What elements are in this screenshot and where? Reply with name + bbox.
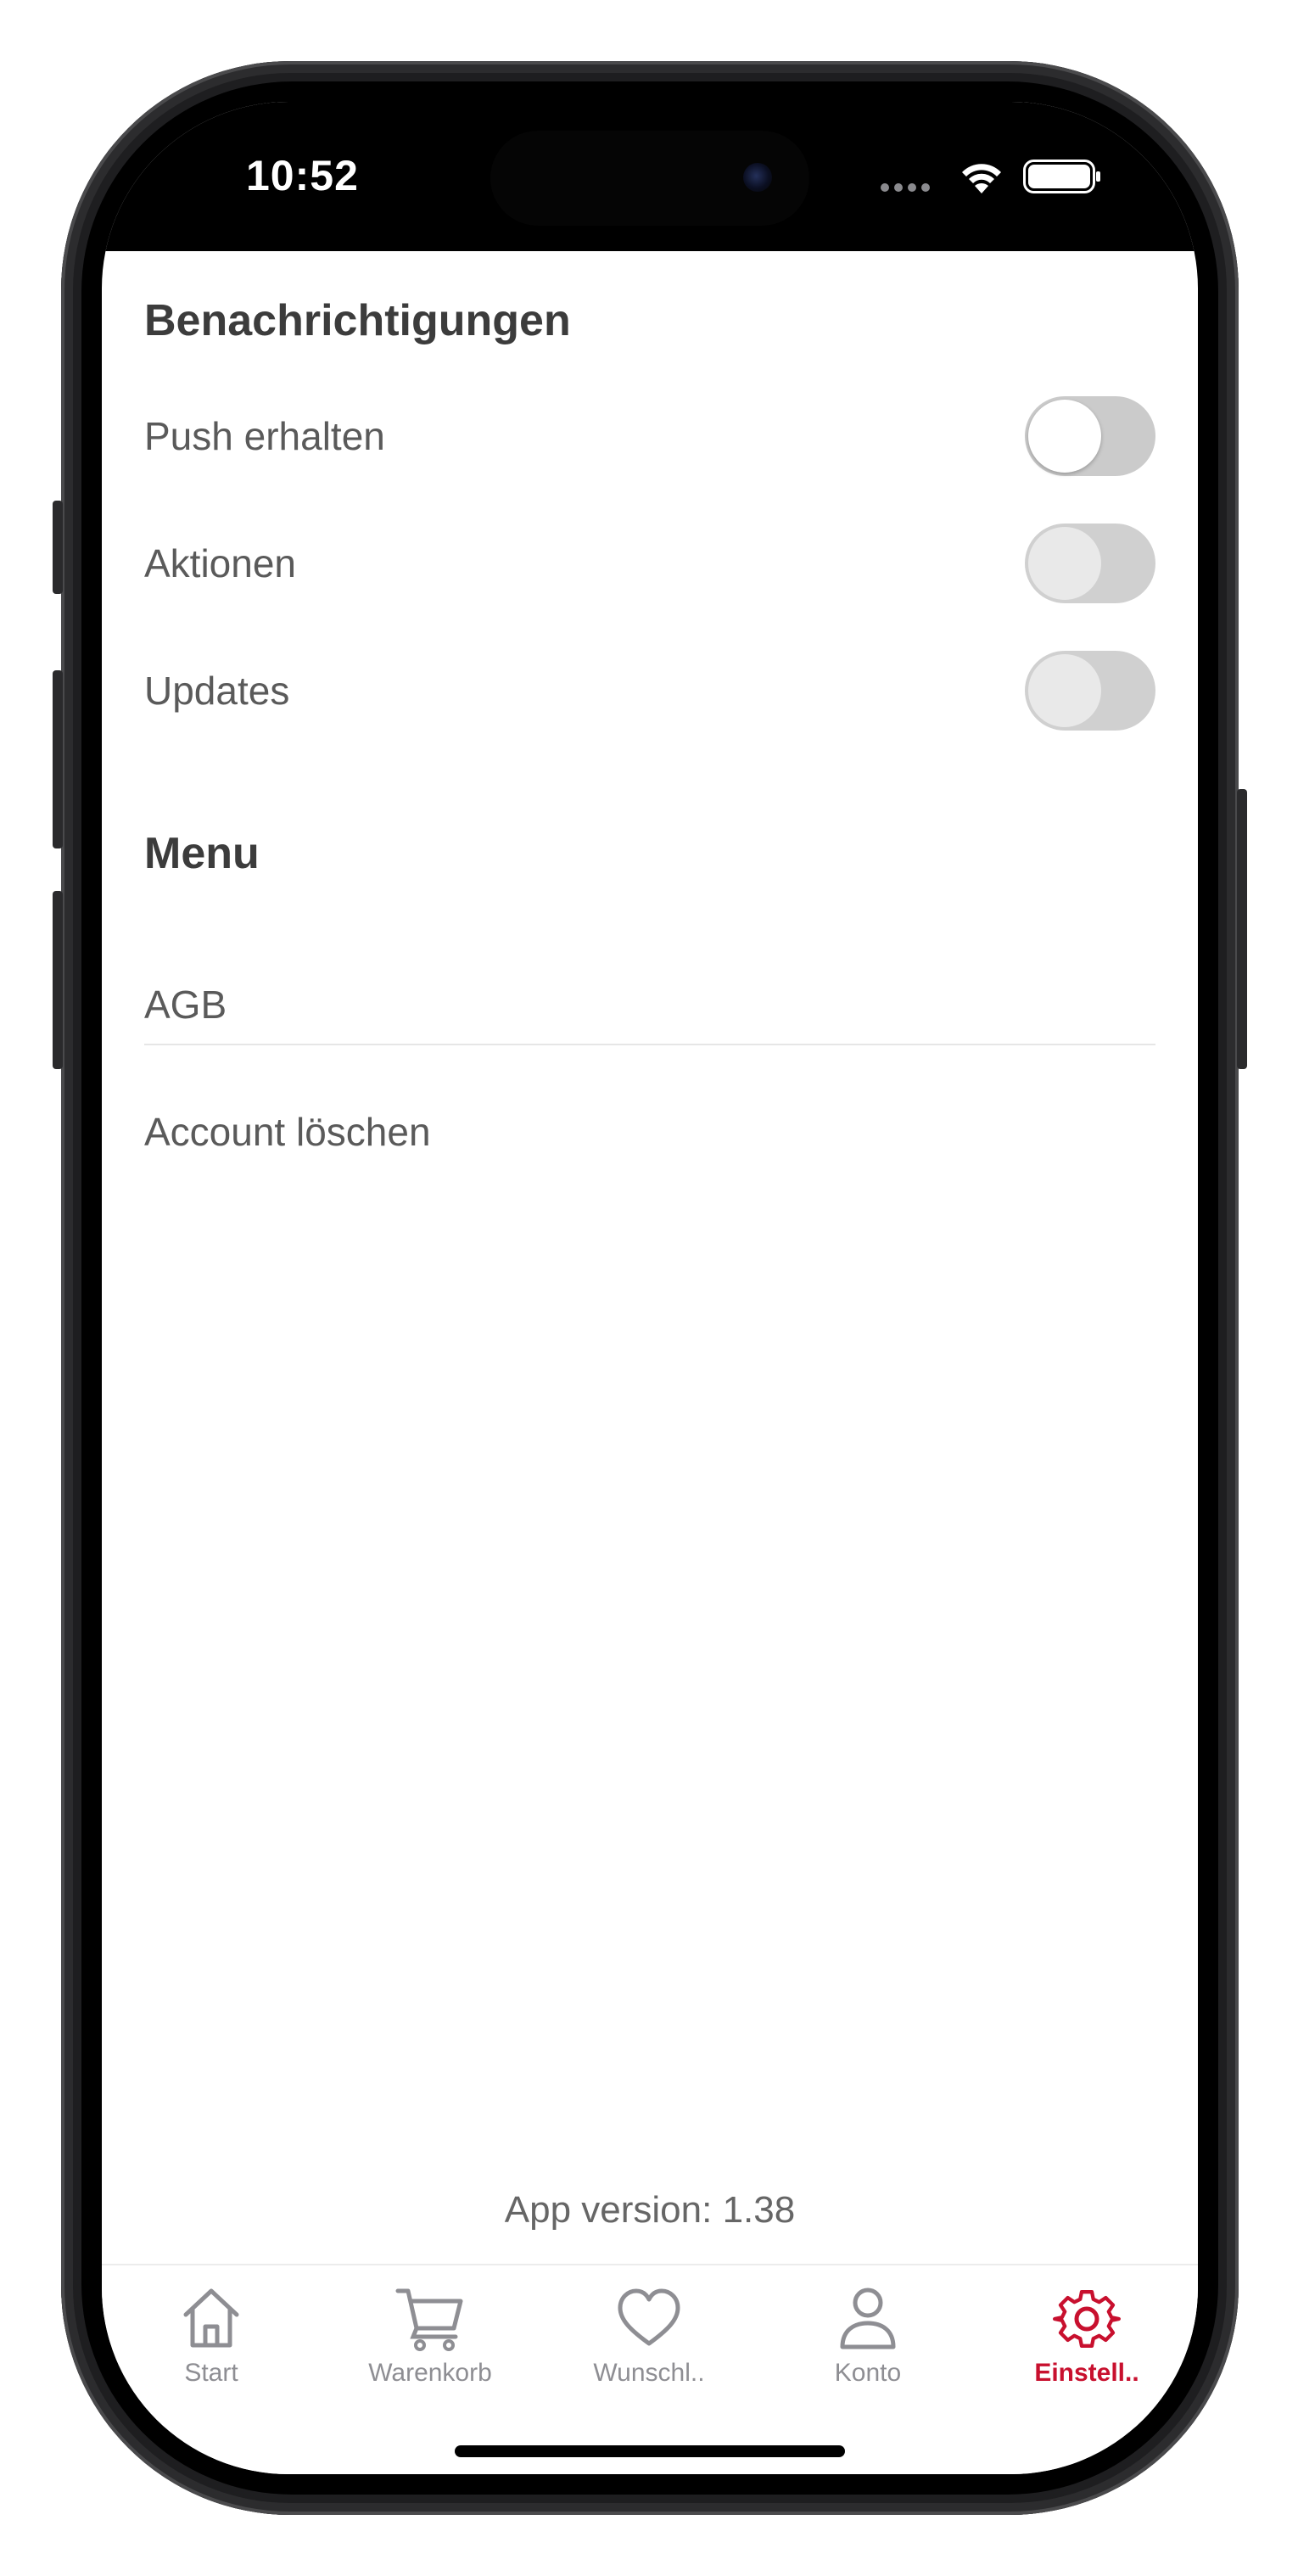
volume-down-button (53, 891, 63, 1069)
setting-label-updates: Updates (144, 669, 290, 713)
setting-label-aktionen: Aktionen (144, 541, 297, 585)
aktionen-toggle[interactable] (1025, 524, 1155, 603)
screen: 10:52 Benachrichtigungen Push erhalten A… (102, 102, 1198, 2474)
cart-icon (395, 2288, 463, 2351)
setting-row-push: Push erhalten (144, 385, 1155, 487)
menu-item-label: Account löschen (144, 1110, 431, 1154)
app-version: App version: 1.38 (504, 2189, 796, 2231)
setting-row-updates: Updates (144, 640, 1155, 742)
cellular-signal-icon (881, 183, 930, 192)
heart-icon (618, 2288, 680, 2346)
gear-icon (1053, 2290, 1121, 2348)
tab-einstellungen[interactable]: Einstell.. (977, 2282, 1196, 2418)
front-camera (743, 163, 772, 192)
push-toggle[interactable] (1025, 396, 1155, 476)
status-time: 10:52 (246, 152, 359, 199)
tab-label: Konto (834, 2359, 902, 2387)
setting-label-push: Push erhalten (144, 414, 385, 458)
toggle-knob (1028, 400, 1101, 473)
toggle-knob (1028, 654, 1101, 727)
tab-konto[interactable]: Konto (758, 2282, 977, 2418)
menu-divider (144, 1044, 1155, 1045)
notifications-section-title: Benachrichtigungen (144, 296, 571, 345)
tab-label: Wunschl.. (593, 2359, 705, 2387)
menu-item-delete-account[interactable]: Account löschen (144, 1081, 1155, 1183)
status-bar: 10:52 (102, 102, 1198, 251)
setting-row-aktionen: Aktionen (144, 512, 1155, 614)
menu-section-title: Menu (144, 829, 260, 878)
home-icon (183, 2288, 239, 2348)
menu-item-label: AGB (144, 983, 227, 1027)
tab-label: Einstell.. (1034, 2359, 1139, 2387)
tab-warenkorb[interactable]: Warenkorb (321, 2282, 540, 2418)
toggle-knob (1028, 527, 1101, 600)
dynamic-island (490, 131, 809, 226)
wifi-icon (962, 164, 1001, 193)
battery-icon (1023, 160, 1100, 193)
tab-bar: Start Warenkorb Wunschl.. Konto Einstell… (102, 2264, 1198, 2474)
volume-up-button (53, 670, 63, 848)
tab-wunschliste[interactable]: Wunschl.. (540, 2282, 758, 2418)
menu-item-agb[interactable]: AGB (144, 954, 1155, 1056)
power-button (1237, 789, 1247, 1069)
person-icon (840, 2288, 896, 2349)
tab-label: Start (184, 2359, 238, 2387)
action-button (53, 501, 63, 594)
home-indicator[interactable] (455, 2445, 845, 2457)
tab-start[interactable]: Start (102, 2282, 321, 2418)
tab-label: Warenkorb (368, 2359, 492, 2387)
updates-toggle[interactable] (1025, 651, 1155, 731)
